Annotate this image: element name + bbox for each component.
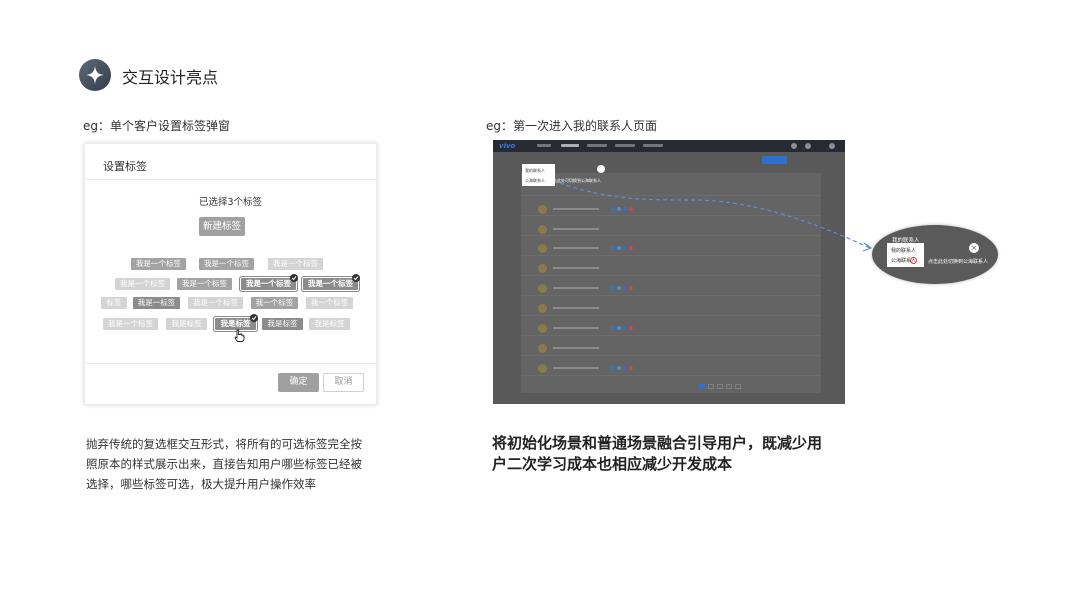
guide-tip: 点击此处切换到公海联系人	[928, 259, 989, 265]
description-line: 将初始化场景和普通场景融合引导用户，既减少用	[492, 434, 823, 452]
description-line: 户二次学习成本也相应减少开发成本	[492, 455, 733, 473]
right-description: 将初始化场景和普通场景融合引导用户，既减少用 户二次学习成本也相应减少开发成本	[492, 433, 862, 475]
dropdown-option[interactable]: 我的联系人	[891, 247, 916, 254]
close-icon[interactable]: ×	[969, 243, 979, 253]
highlight-ring-icon	[910, 257, 917, 264]
zoom-dropdown[interactable]: 我的联系人 公海联系人	[887, 243, 924, 267]
guide-arrow	[559, 182, 873, 252]
zoom-callout: 我的联系人 我的联系人 公海联系人 点击此处切换到公海联系人 ×	[872, 225, 998, 284]
close-glyph: ×	[971, 244, 977, 252]
